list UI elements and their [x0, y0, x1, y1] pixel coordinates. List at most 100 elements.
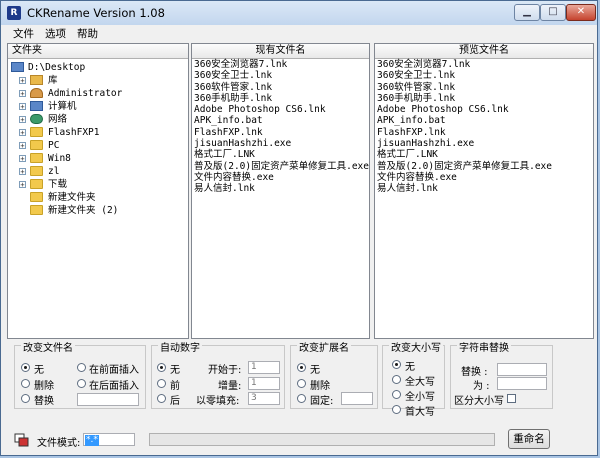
rename-text-field[interactable]	[77, 393, 139, 406]
file-item[interactable]: FlashFXP.lnk	[194, 127, 369, 138]
replace-to-field[interactable]	[497, 377, 547, 390]
auto-number-group: 自动数字 无 前 后 开始于: 1 增量: 1 以零填充: 3	[151, 339, 285, 409]
case-sensitive-checkbox[interactable]	[507, 394, 516, 403]
insert-back-radio[interactable]	[77, 379, 86, 388]
replace-from-field[interactable]	[497, 363, 547, 376]
folder-tree-pane[interactable]: 文件夹 D:\Desktop + 库 + Administrator + 计算机	[7, 43, 189, 339]
filter-icon	[14, 433, 30, 447]
file-item[interactable]: 360安全卫士.lnk	[377, 70, 552, 81]
file-item[interactable]: 360软件管家.lnk	[194, 82, 369, 93]
radio-label: 首大写	[405, 407, 435, 418]
file-item[interactable]: 普及版(2.0)固定资产菜单修复工具.exe	[194, 161, 369, 172]
file-item[interactable]: Adobe Photoshop CS6.lnk	[194, 104, 369, 115]
radio-label: 无	[405, 362, 415, 373]
start-field[interactable]: 1	[248, 361, 280, 374]
group-title: 改变文件名	[21, 339, 75, 354]
case-group: 改变大小写 无 全大写 全小写 首大写	[382, 339, 445, 418]
file-item[interactable]: 360安全浏览器7.lnk	[377, 59, 552, 70]
file-item[interactable]: 格式工厂.LNK	[194, 149, 369, 160]
file-item[interactable]: 360软件管家.lnk	[377, 82, 552, 93]
menu-options[interactable]: 选项	[45, 26, 66, 41]
expand-icon[interactable]: +	[19, 142, 26, 150]
file-item[interactable]: jisuanHashzhi.exe	[377, 138, 552, 149]
tree-item-label: 新建文件夹	[48, 192, 96, 203]
title-bar[interactable]: R CKRename Version 1.08 ▁ □ ✕	[1, 1, 597, 26]
expand-icon[interactable]: +	[19, 116, 26, 124]
file-item[interactable]: 360安全浏览器7.lnk	[194, 59, 369, 70]
preview-files-pane[interactable]: 预览文件名 360安全浏览器7.lnk 360安全卫士.lnk 360软件管家.ln…	[374, 43, 594, 339]
tree-item-label: 库	[48, 75, 58, 86]
radio-label: 全小写	[405, 392, 435, 403]
expand-icon[interactable]: +	[19, 181, 26, 189]
current-files-header: 现有文件名	[192, 44, 369, 59]
rename-none-radio[interactable]	[21, 363, 30, 372]
network-icon	[30, 114, 43, 124]
ext-delete-radio[interactable]	[297, 379, 306, 388]
autonum-front-radio[interactable]	[157, 379, 166, 388]
tree-item-label: D:\Desktop	[28, 62, 86, 73]
expand-icon[interactable]: +	[19, 77, 26, 85]
file-mode-input[interactable]: *.*	[83, 433, 135, 446]
pad-field[interactable]: 3	[248, 392, 280, 405]
app-icon: R	[7, 6, 21, 20]
expand-icon[interactable]: +	[19, 168, 26, 176]
desktop-icon	[11, 62, 24, 72]
file-item[interactable]: 易人信封.lnk	[194, 183, 369, 194]
folder-icon	[30, 179, 43, 189]
radio-label: 无	[170, 365, 180, 376]
start-label: 开始于:	[208, 365, 242, 376]
autonum-back-radio[interactable]	[157, 394, 166, 403]
radio-label: 无	[310, 365, 320, 376]
case-upper-radio[interactable]	[392, 375, 401, 384]
ext-fixed-field[interactable]	[341, 392, 373, 405]
radio-label: 替换	[34, 396, 54, 407]
close-button[interactable]: ✕	[566, 4, 596, 21]
maximize-button[interactable]: □	[540, 4, 566, 21]
rename-replace-radio[interactable]	[21, 394, 30, 403]
rename-delete-radio[interactable]	[21, 379, 30, 388]
file-item[interactable]: 易人信封.lnk	[377, 183, 552, 194]
string-replace-group: 字符串替换 替换 : 为 : 区分大小写	[450, 339, 553, 409]
file-item[interactable]: FlashFXP.lnk	[377, 127, 552, 138]
radio-label: 删除	[34, 381, 54, 392]
minimize-button[interactable]: ▁	[514, 4, 540, 21]
expand-icon[interactable]: +	[19, 90, 26, 98]
insert-front-radio[interactable]	[77, 363, 86, 372]
folder-icon	[30, 153, 43, 163]
tree-item-label: PC	[48, 140, 60, 151]
rename-button[interactable]: 重命名	[508, 429, 550, 449]
file-item[interactable]: 360手机助手.lnk	[194, 93, 369, 104]
expand-icon[interactable]: +	[19, 103, 26, 111]
radio-label: 前	[170, 381, 180, 392]
case-capital-radio[interactable]	[392, 405, 401, 414]
case-lower-radio[interactable]	[392, 390, 401, 399]
file-item[interactable]: Adobe Photoshop CS6.lnk	[377, 104, 552, 115]
tree-item-label: 下载	[48, 179, 68, 190]
file-item[interactable]: 360手机助手.lnk	[377, 93, 552, 104]
file-item[interactable]: 360安全卫士.lnk	[194, 70, 369, 81]
expand-icon[interactable]: +	[19, 155, 26, 163]
folder-icon	[30, 166, 43, 176]
autonum-none-radio[interactable]	[157, 363, 166, 372]
menu-help[interactable]: 帮助	[77, 26, 98, 41]
radio-label: 后	[170, 396, 180, 407]
expand-icon[interactable]: +	[19, 129, 26, 137]
menu-file[interactable]: 文件	[13, 26, 34, 41]
case-none-radio[interactable]	[392, 360, 401, 369]
extension-group: 改变扩展名 无 删除 固定:	[290, 339, 378, 409]
file-item[interactable]: APK_info.bat	[377, 115, 552, 126]
folder-icon	[30, 205, 43, 215]
file-item[interactable]: jisuanHashzhi.exe	[194, 138, 369, 149]
radio-label: 全大写	[405, 377, 435, 388]
main-window: R CKRename Version 1.08 ▁ □ ✕ 文件 选项 帮助 文…	[0, 0, 598, 456]
file-item[interactable]: 普及版(2.0)固定资产菜单修复工具.exe	[377, 161, 552, 172]
ext-none-radio[interactable]	[297, 363, 306, 372]
step-field[interactable]: 1	[248, 377, 280, 390]
file-item[interactable]: 文件内容替换.exe	[194, 172, 369, 183]
current-files-pane[interactable]: 现有文件名 360安全浏览器7.lnk 360安全卫士.lnk 360软件管家.ln…	[191, 43, 370, 339]
file-item[interactable]: APK_info.bat	[194, 115, 369, 126]
file-item[interactable]: 格式工厂.LNK	[377, 149, 552, 160]
file-item[interactable]: 文件内容替换.exe	[377, 172, 552, 183]
ext-fixed-radio[interactable]	[297, 394, 306, 403]
computer-icon	[30, 101, 43, 111]
